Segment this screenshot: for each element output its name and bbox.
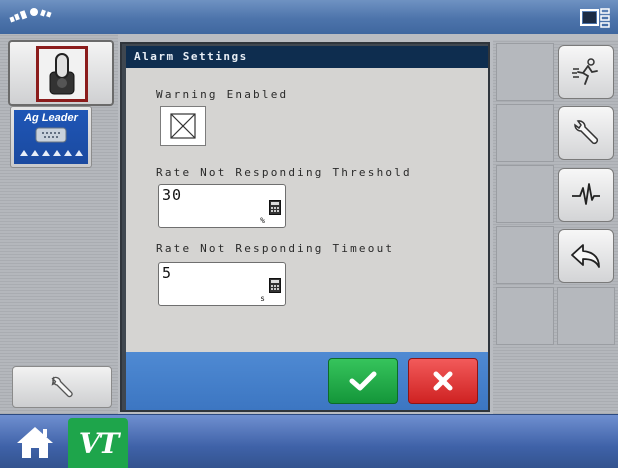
warning-enabled-checkbox[interactable] [160, 106, 206, 146]
selected-highlight [36, 46, 88, 102]
window-layout-icon[interactable] [580, 7, 610, 29]
vt-label: VT [78, 426, 120, 460]
threshold-input[interactable]: 30 % [158, 184, 286, 228]
dialog-footer [126, 352, 488, 410]
threshold-value: 30 [162, 186, 183, 204]
setup-button[interactable] [558, 106, 614, 160]
warning-enabled-label: Warning Enabled [156, 88, 289, 101]
home-button[interactable] [6, 418, 64, 466]
calculator-icon[interactable] [269, 278, 281, 293]
empty-slot [496, 43, 554, 101]
wrench-icon [574, 120, 599, 145]
timeout-unit: s [260, 294, 265, 303]
pulse-waveform-icon [572, 183, 600, 205]
dialog-body: Warning Enabled Rate Not Responding Thre… [126, 68, 488, 352]
close-icon [433, 371, 453, 391]
timeout-input[interactable]: 5 s [158, 262, 286, 306]
empty-slot [496, 104, 554, 162]
wrench-icon [51, 376, 73, 398]
toggle-switch-icon [49, 53, 75, 95]
back-arrow-icon [571, 244, 600, 268]
operator-button[interactable] [558, 45, 614, 99]
empty-slot [496, 226, 554, 284]
back-button[interactable] [558, 229, 614, 283]
timeout-label: Rate Not Responding Timeout [156, 242, 395, 255]
empty-slot [496, 165, 554, 223]
settings-wrench-button[interactable] [12, 366, 112, 408]
running-person-icon [572, 58, 598, 85]
threshold-unit: % [260, 216, 265, 225]
home-icon [17, 427, 53, 458]
ok-button[interactable] [328, 358, 398, 404]
calculator-icon[interactable] [269, 200, 281, 215]
checkmark-icon [349, 371, 377, 391]
empty-slot [496, 287, 554, 345]
empty-slot [557, 287, 615, 345]
connector-icon [20, 127, 83, 156]
implement-switch-button[interactable] [8, 40, 114, 106]
ag-leader-text: Ag Leader [24, 112, 78, 124]
ag-leader-logo: Ag Leader [14, 110, 88, 164]
checked-x-icon [170, 113, 196, 139]
alarm-settings-dialog: Alarm Settings Warning Enabled Rate Not … [120, 42, 490, 412]
virtual-terminal-button[interactable]: VT [68, 418, 128, 468]
threshold-label: Rate Not Responding Threshold [156, 166, 412, 179]
cancel-button[interactable] [408, 358, 478, 404]
right-panel [493, 40, 618, 414]
ag-leader-module-button[interactable]: Ag Leader [10, 106, 92, 168]
dialog-title: Alarm Settings [126, 46, 488, 68]
timeout-value: 5 [162, 264, 173, 282]
diagnostics-button[interactable] [558, 168, 614, 222]
satellite-logo-icon [9, 8, 52, 23]
top-bar [0, 0, 618, 34]
